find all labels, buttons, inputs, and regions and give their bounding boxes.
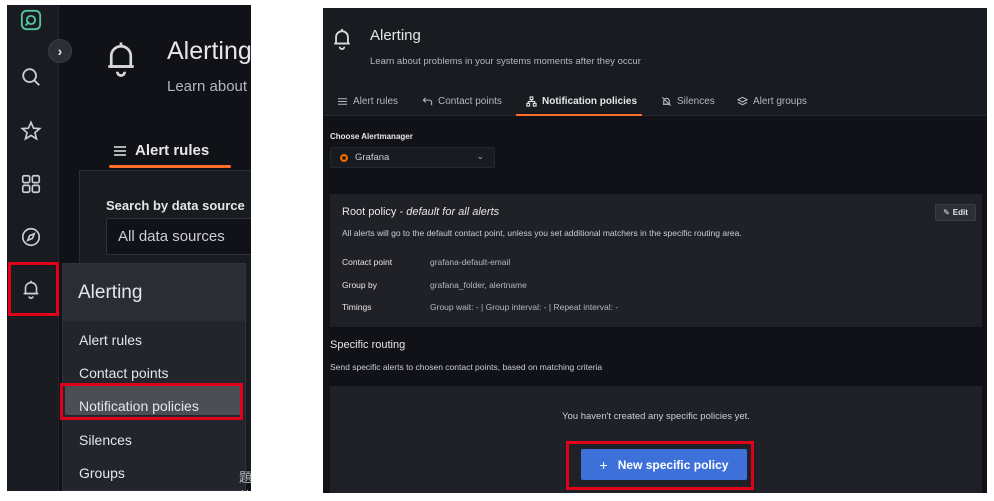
grafana-logo-icon[interactable] <box>20 9 42 31</box>
dashboards-grid-icon[interactable] <box>19 172 43 196</box>
empty-state-text: You haven't created any specific policie… <box>562 411 750 422</box>
page-title: Alerting <box>167 37 251 65</box>
search-icon[interactable] <box>19 65 43 89</box>
tab-alert-rules[interactable]: Alert rules <box>113 142 209 159</box>
grafana-logo-icon <box>340 153 348 162</box>
alertmanager-value: Grafana <box>355 152 390 163</box>
edit-button-label: Edit <box>952 208 968 217</box>
right-screenshot-panel: Alerting Learn about problems in your sy… <box>323 8 987 493</box>
menu-item-groups[interactable]: Groups <box>79 465 125 481</box>
layer-group-icon <box>737 96 748 106</box>
menu-item-contact-points[interactable]: Contact points <box>79 365 169 381</box>
active-tab-underline <box>109 165 231 168</box>
pencil-icon: ✎ <box>943 208 950 217</box>
tab-silences[interactable]: Silences <box>661 96 715 107</box>
active-tab-underline <box>516 114 642 116</box>
root-policy-title-text: Root policy <box>342 206 397 218</box>
contact-point-key: Contact point <box>342 257 393 267</box>
data-source-search-input[interactable]: All data sources <box>106 218 251 255</box>
list-icon <box>114 145 126 156</box>
menu-item-alert-rules[interactable]: Alert rules <box>79 332 142 348</box>
root-policy-card: Root policy - default for all alerts ✎ E… <box>330 194 982 327</box>
specific-routing-description: Send specific alerts to chosen contact p… <box>330 362 603 372</box>
page-subtitle: Learn about problems in your systems mom… <box>370 56 641 67</box>
page-title: Alerting <box>370 27 421 44</box>
nav-rail <box>7 5 59 491</box>
group-by-key: Group by <box>342 280 377 290</box>
bell-icon <box>334 28 350 50</box>
timings-value: Group wait: - | Group interval: - | Repe… <box>430 302 619 312</box>
highlight-box-bell <box>8 262 59 316</box>
bell-slash-icon <box>661 96 672 107</box>
alertmanager-label: Choose Alertmanager <box>330 132 413 141</box>
alertmanager-select[interactable]: Grafana ⌄ <box>330 147 495 168</box>
menu-header[interactable]: Alerting <box>63 264 245 321</box>
page-header: Alerting Learn about problems in your sy… <box>323 8 987 116</box>
tab-label: Alert rules <box>135 142 210 159</box>
list-icon <box>337 98 348 105</box>
timings-key: Timings <box>342 302 372 312</box>
menu-item-silences[interactable]: Silences <box>79 432 132 448</box>
specific-routing-title: Specific routing <box>330 339 406 351</box>
expand-menu-button[interactable]: › <box>48 39 72 63</box>
page-subtitle: Learn about <box>167 78 248 95</box>
truncated-text: 題外 <box>239 470 251 491</box>
group-by-value: grafana_folder, alertname <box>430 280 527 290</box>
tab-label: Notification policies <box>542 96 638 107</box>
search-label: Search by data source <box>106 198 245 213</box>
root-policy-title: Root policy - default for all alerts <box>342 206 500 218</box>
explore-compass-icon[interactable] <box>19 225 43 249</box>
root-policy-title-suffix: default for all alerts <box>406 206 500 218</box>
contact-point-value: grafana-default-email <box>430 257 511 267</box>
tab-label: Contact points <box>438 96 502 107</box>
sitemap-icon <box>526 96 537 107</box>
tab-notification-policies[interactable]: Notification policies <box>526 96 637 107</box>
highlight-box-notification-policies <box>60 383 243 420</box>
root-policy-description: All alerts will go to the default contac… <box>342 228 742 238</box>
highlight-box-new-policy <box>566 441 754 490</box>
edit-button[interactable]: ✎ Edit <box>935 204 976 221</box>
tab-alert-groups[interactable]: Alert groups <box>737 96 807 107</box>
comment-arrow-icon <box>422 97 433 106</box>
tab-label: Alert rules <box>353 96 399 107</box>
chevron-down-icon: ⌄ <box>476 151 484 161</box>
tab-alert-rules[interactable]: Alert rules <box>337 96 398 107</box>
tab-contact-points[interactable]: Contact points <box>422 96 502 107</box>
star-icon[interactable] <box>19 119 43 143</box>
bell-icon <box>108 42 134 77</box>
tab-label: Alert groups <box>753 96 807 107</box>
alerting-flyout-menu: Alerting Alert rules Contact points Noti… <box>62 263 246 491</box>
tab-label: Silences <box>677 96 715 107</box>
